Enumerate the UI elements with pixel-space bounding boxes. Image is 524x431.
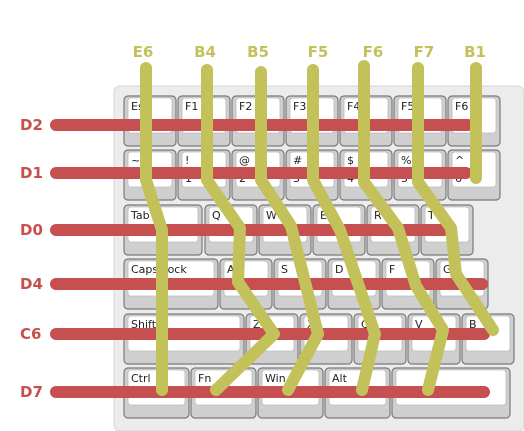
key-label: Q — [212, 209, 221, 222]
key-label: D — [335, 263, 343, 276]
row-label-d1: D1 — [20, 164, 43, 182]
key-label: S — [281, 263, 288, 276]
key-label: F — [389, 263, 395, 276]
row-label-d4: D4 — [20, 275, 43, 293]
key-label: ! — [185, 154, 189, 167]
key-label: Alt — [332, 372, 348, 385]
key-label: $ — [347, 154, 354, 167]
column-labels: E6 B4 B5 F5 F6 F7 B1 — [133, 43, 486, 61]
row-label-d2: D2 — [20, 116, 43, 134]
key-label: F1 — [185, 100, 198, 113]
row-label-c6: C6 — [20, 325, 41, 343]
row-label-d0: D0 — [20, 221, 43, 239]
key-label: F2 — [239, 100, 252, 113]
column-label-e6: E6 — [133, 43, 154, 61]
key-label: Win — [265, 372, 286, 385]
key-label: # — [293, 154, 302, 167]
keyboard-matrix-diagram: EscF1F2F3F4F5F6~`!1@2#3$4%5^6TabQWERTCap… — [20, 43, 524, 431]
column-label-f5: F5 — [308, 43, 329, 61]
column-label-f6: F6 — [363, 43, 384, 61]
column-label-b5: B5 — [247, 43, 269, 61]
key-label: % — [401, 154, 411, 167]
column-label-b1: B1 — [464, 43, 486, 61]
row-labels: D2 D1 D0 D4 C6 D7 — [20, 116, 43, 401]
key-label: ^ — [455, 154, 464, 167]
key-label: F3 — [293, 100, 306, 113]
key-label: Fn — [198, 372, 211, 385]
row-label-d7: D7 — [20, 383, 43, 401]
key-label: Tab — [130, 209, 150, 222]
key-label: ~ — [131, 154, 140, 167]
column-label-f7: F7 — [414, 43, 435, 61]
column-label-b4: B4 — [194, 43, 216, 61]
key-label: @ — [239, 154, 250, 167]
key-label: F6 — [455, 100, 468, 113]
key-label: Ctrl — [131, 372, 151, 385]
